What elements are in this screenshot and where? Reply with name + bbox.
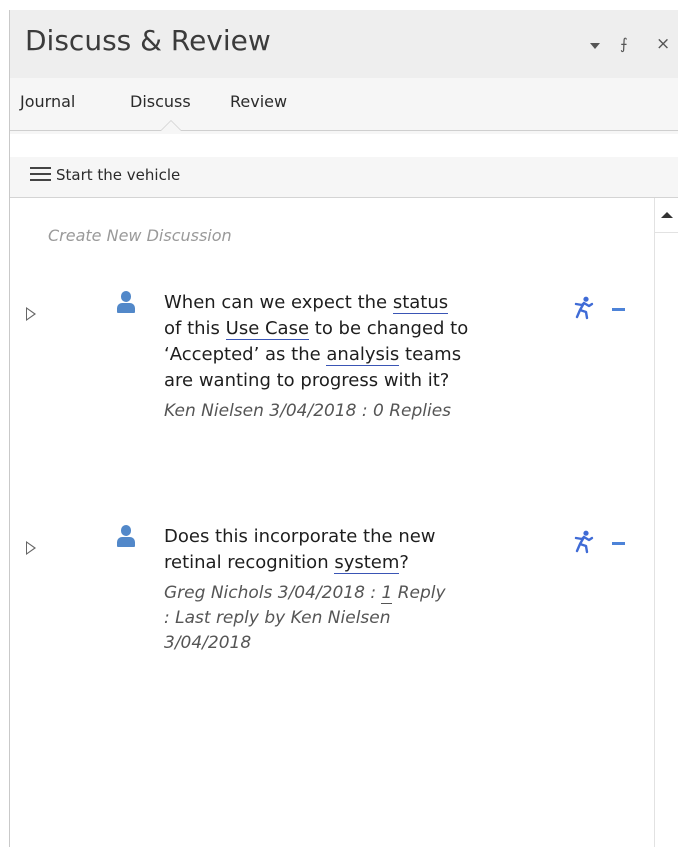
minus-icon[interactable] (612, 542, 625, 545)
context-element-name: Start the vehicle (56, 166, 181, 184)
expand-arrow-icon[interactable] (26, 541, 36, 555)
discuss-review-panel: Discuss & Review ⨍ × Journal Discuss Rev… (9, 10, 678, 847)
discussion-list: Create New Discussion When can we expect… (10, 198, 654, 847)
tab-underline (10, 130, 678, 131)
avatar-icon (116, 525, 136, 549)
reply-count-link[interactable]: 1 (381, 583, 393, 604)
scroll-up-arrow-icon[interactable] (655, 198, 678, 233)
meta-line: Ken Nielsen 3/04/2018 : 0 Replies (164, 401, 452, 421)
create-new-discussion-input[interactable]: Create New Discussion (48, 226, 232, 245)
message-line: are wanting to progress with it? (164, 370, 450, 391)
meta-line: Greg Nichols 3/04/2018 : 1 Reply (164, 583, 446, 604)
expand-arrow-icon[interactable] (26, 307, 36, 321)
close-icon[interactable]: × (656, 34, 670, 54)
message-line: retinal recognition system? (164, 552, 409, 574)
discussion-message: Does this incorporate the new retinal rec… (164, 524, 569, 576)
vertical-scrollbar[interactable] (654, 198, 678, 847)
minus-icon[interactable] (612, 308, 625, 311)
discussion-message: When can we expect the status of this Use… (164, 290, 569, 394)
window-title: Discuss & Review (25, 24, 271, 57)
tab-journal[interactable]: Journal (20, 92, 75, 111)
discussion-meta: Ken Nielsen 3/04/2018 : 0 Replies (164, 399, 574, 424)
message-line: ‘Accepted’ as the analysis teams (164, 344, 462, 366)
tab-review[interactable]: Review (230, 92, 287, 111)
pin-icon[interactable]: ⨍ (620, 34, 628, 54)
title-bar: Discuss & Review ⨍ × (10, 10, 678, 78)
meta-line: 3/04/2018 (164, 633, 252, 653)
context-header: Start the vehicle (10, 157, 678, 198)
message-line: When can we expect the status (164, 292, 449, 314)
tab-discuss[interactable]: Discuss (130, 92, 191, 111)
discussion-meta: Greg Nichols 3/04/2018 : 1 Reply : Last r… (164, 581, 574, 656)
message-line: Does this incorporate the new (164, 526, 436, 547)
meta-line: : Last reply by Ken Nielsen (164, 608, 391, 628)
glossary-link[interactable]: system (334, 552, 400, 574)
hamburger-menu-icon[interactable] (30, 167, 51, 182)
tab-bar: Journal Discuss Review (10, 78, 678, 134)
avatar-icon (116, 291, 136, 315)
glossary-link[interactable]: Use Case (225, 318, 310, 340)
glossary-link[interactable]: status (392, 292, 449, 314)
message-line: of this Use Case to be changed to (164, 318, 469, 340)
running-man-icon[interactable] (573, 296, 595, 320)
running-man-icon[interactable] (573, 530, 595, 554)
glossary-link[interactable]: analysis (326, 344, 400, 366)
dropdown-arrow-icon[interactable] (590, 34, 600, 54)
